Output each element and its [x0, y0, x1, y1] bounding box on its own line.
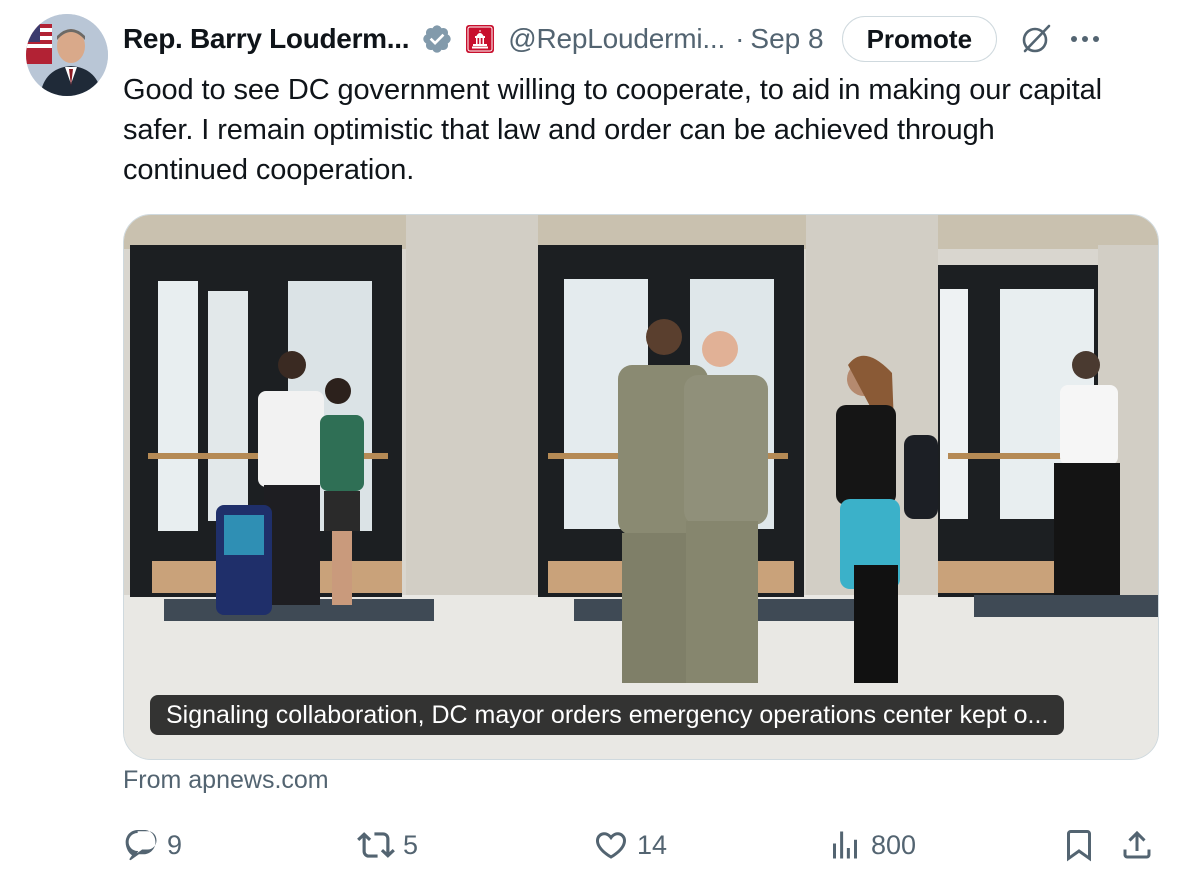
reply-button[interactable]: 9: [123, 822, 182, 868]
like-button[interactable]: 14: [593, 822, 667, 868]
avatar[interactable]: [26, 14, 108, 96]
bookmark-icon: [1067, 830, 1091, 862]
promote-button[interactable]: Promote: [841, 16, 998, 62]
card-source[interactable]: From apnews.com: [123, 766, 329, 795]
analytics-icon: [833, 831, 857, 859]
grok-icon[interactable]: [1019, 22, 1053, 56]
separator-dot: ·: [735, 23, 745, 54]
link-card[interactable]: Signaling collaboration, DC mayor orders…: [123, 214, 1159, 760]
reply-icon: [125, 830, 157, 861]
heart-icon: [595, 832, 627, 859]
bookmark-button[interactable]: [1061, 822, 1097, 868]
share-icon: [1123, 830, 1151, 859]
author-name[interactable]: Rep. Barry Louderm...: [123, 23, 410, 55]
view-count: 800: [871, 829, 917, 860]
tweet-date[interactable]: Sep 8: [750, 23, 823, 55]
views-button[interactable]: 800: [827, 822, 916, 868]
author-handle[interactable]: @RepLoudermi...: [508, 23, 725, 55]
article-photo: [124, 215, 1158, 759]
action-bar: 9 5 14 800: [123, 822, 1163, 868]
repost-count: 5: [403, 829, 419, 860]
like-count: 14: [637, 829, 668, 860]
capitol-gov-icon[interactable]: [465, 24, 495, 54]
card-caption: Signaling collaboration, DC mayor orders…: [150, 695, 1065, 735]
more-icon[interactable]: [1067, 21, 1103, 57]
tweet-text: Good to see DC government willing to coo…: [123, 74, 1102, 186]
share-button[interactable]: [1119, 822, 1155, 868]
repost-button[interactable]: 5: [357, 822, 418, 868]
verified-badge-icon[interactable]: [421, 23, 453, 55]
tweet-header: Rep. Barry Louderm... @RepLoudermi... · …: [123, 14, 1166, 64]
repost-icon: [357, 832, 395, 858]
reply-count: 9: [167, 829, 183, 860]
